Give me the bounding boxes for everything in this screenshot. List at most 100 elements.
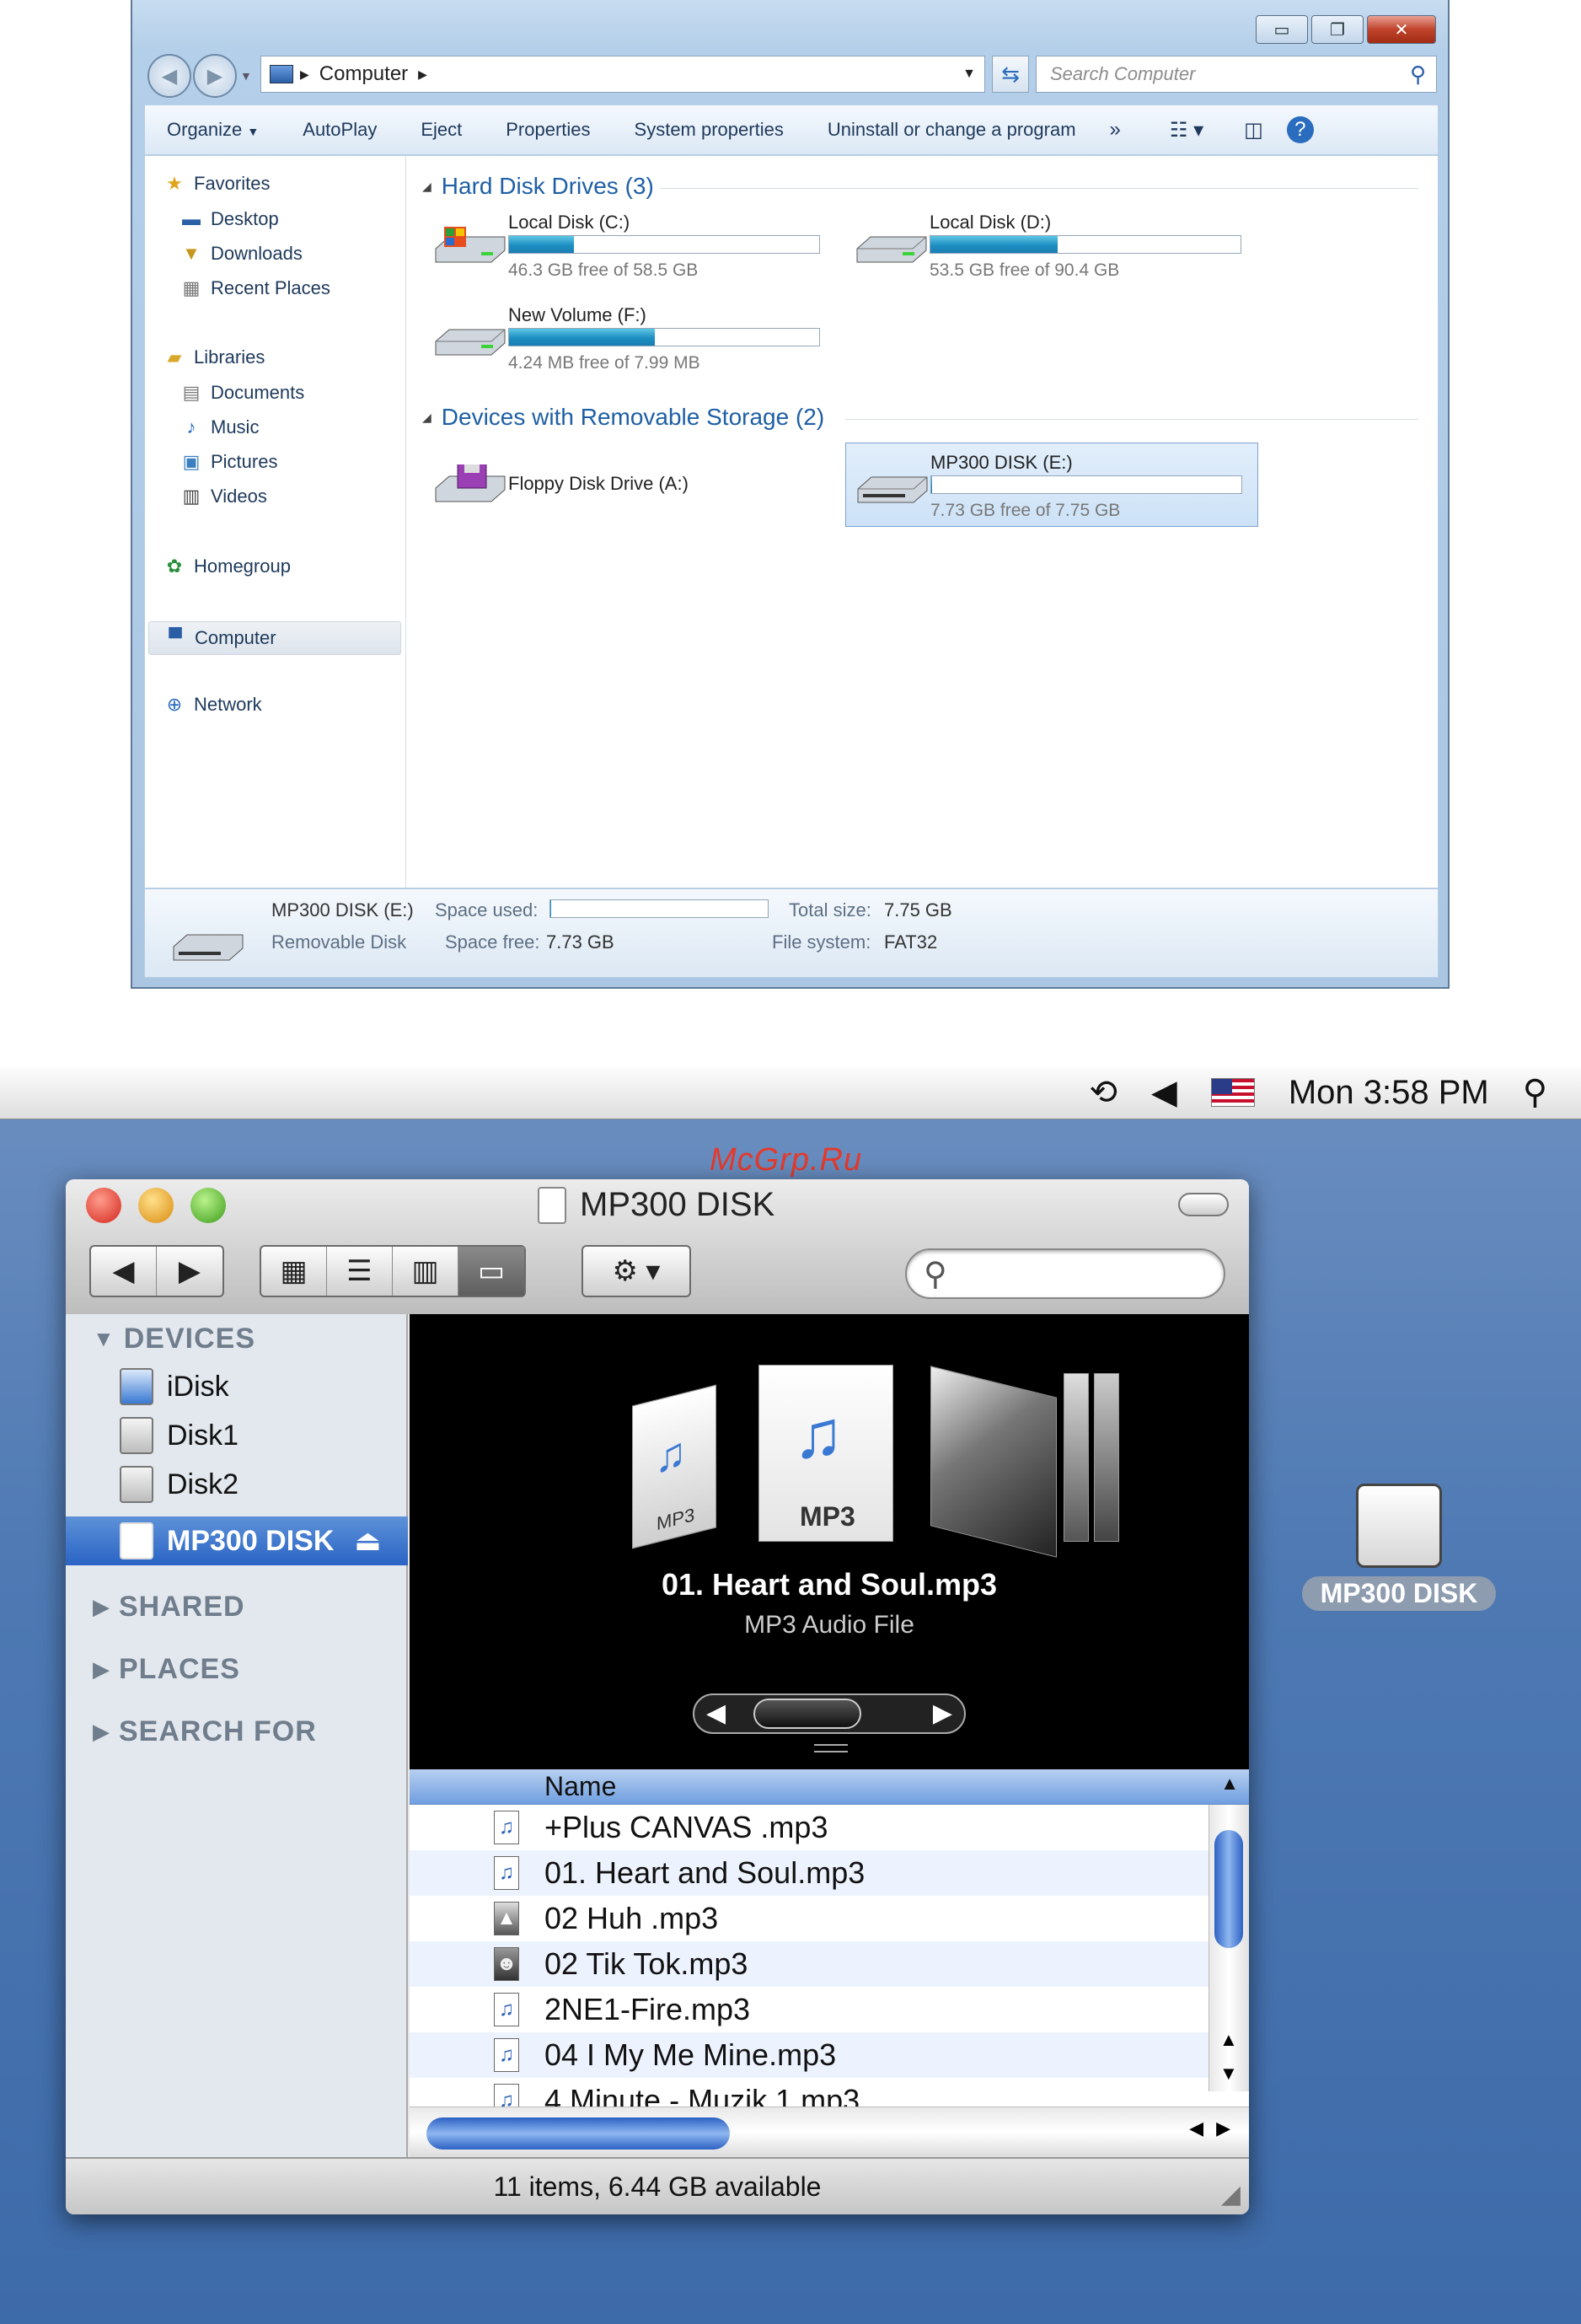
- drive-d[interactable]: Local Disk (D:) 53.5 GB free of 90.4 GB: [845, 203, 1241, 284]
- properties-button[interactable]: Properties: [484, 119, 612, 141]
- sidebar-section-devices[interactable]: ▼ DEVICES: [93, 1323, 255, 1355]
- sidebar-item-mp300-disk[interactable]: MP300 DISK ⏏: [66, 1516, 408, 1565]
- nav-videos[interactable]: ▥ Videos: [179, 486, 267, 507]
- column-view-button[interactable]: ▥: [393, 1247, 458, 1296]
- nav-desktop[interactable]: ▬ Desktop: [179, 208, 279, 230]
- nav-homegroup[interactable]: ✿ Homegroup: [162, 556, 291, 577]
- sidebar-section-places[interactable]: ▶ PLACES: [93, 1653, 240, 1686]
- more-commands-icon[interactable]: »: [1098, 118, 1133, 142]
- list-view-button[interactable]: ☰: [327, 1247, 393, 1296]
- breadcrumb-computer[interactable]: Computer: [319, 62, 408, 86]
- close-button[interactable]: ✕: [1367, 15, 1436, 44]
- nav-libraries[interactable]: ▰ Libraries: [162, 346, 265, 368]
- sidebar-item-disk2[interactable]: Disk2: [120, 1466, 238, 1503]
- list-item[interactable]: ▲ 02 Huh .mp3: [410, 1896, 1209, 1941]
- minimize-window-button[interactable]: [138, 1188, 174, 1223]
- sidebar-section-search-for[interactable]: ▶ SEARCH FOR: [93, 1715, 317, 1748]
- drive-c[interactable]: Local Disk (C:) 46.3 GB free of 58.5 GB: [424, 203, 820, 284]
- sidebar-section-shared[interactable]: ▶ SHARED: [93, 1591, 245, 1624]
- zoom-window-button[interactable]: [190, 1188, 226, 1223]
- cover-art-mp3-current[interactable]: ♫ MP3: [758, 1365, 893, 1542]
- vertical-scrollbar[interactable]: ▲ ▼: [1209, 1805, 1249, 2091]
- nav-documents[interactable]: ▤ Documents: [179, 382, 305, 404]
- nav-recent-places[interactable]: ▦ Recent Places: [179, 277, 330, 299]
- spotlight-search-icon[interactable]: ⚲: [1523, 1073, 1547, 1112]
- help-icon[interactable]: ?: [1286, 116, 1314, 143]
- cover-art-stack[interactable]: [1064, 1373, 1089, 1542]
- eject-button[interactable]: Eject: [399, 119, 484, 141]
- cover-art-stack[interactable]: [1094, 1373, 1119, 1542]
- toolbar-toggle-button[interactable]: [1178, 1193, 1229, 1216]
- drive-a-floppy[interactable]: Floppy Disk Drive (A:): [424, 443, 820, 523]
- horizontal-scrollbar[interactable]: ◀ ▶: [410, 2107, 1249, 2157]
- time-machine-icon[interactable]: ⟲: [1090, 1073, 1118, 1112]
- forward-button[interactable]: ▶: [157, 1247, 222, 1296]
- scroll-left-arrow-icon[interactable]: ◀: [706, 1699, 726, 1728]
- refresh-button[interactable]: ⇆: [992, 56, 1029, 93]
- nav-network[interactable]: ⊕ Network: [162, 694, 262, 716]
- desktop-disk-icon[interactable]: MP300 DISK: [1298, 1484, 1500, 1611]
- drive-e-mp300[interactable]: MP300 DISK (E:) 7.73 GB free of 7.75 GB: [845, 443, 1258, 527]
- column-header-name[interactable]: Name ▲: [410, 1769, 1249, 1805]
- list-item[interactable]: ♫ 01. Heart and Soul.mp3: [410, 1850, 1209, 1896]
- menu-clock[interactable]: Mon 3:58 PM: [1289, 1074, 1489, 1112]
- nav-favorites[interactable]: ★ Favorites: [162, 173, 270, 195]
- search-icon[interactable]: ⚲: [1410, 62, 1426, 88]
- group-header-removable[interactable]: ◢ Devices with Removable Storage (2): [422, 404, 824, 431]
- back-button[interactable]: ◀: [91, 1247, 157, 1296]
- nav-pictures[interactable]: ▣ Pictures: [179, 451, 278, 473]
- volume-icon[interactable]: ◀: [1151, 1073, 1177, 1112]
- nav-downloads[interactable]: ▼ Downloads: [179, 243, 303, 265]
- nav-music[interactable]: ♪ Music: [179, 416, 260, 438]
- uninstall-program-button[interactable]: Uninstall or change a program: [806, 119, 1098, 141]
- cover-art-mp3-left[interactable]: MP3 ♫: [632, 1384, 716, 1549]
- icon-view-button[interactable]: ▦: [261, 1247, 327, 1296]
- breadcrumb-separator[interactable]: ▶: [418, 67, 427, 82]
- eject-icon[interactable]: ⏏: [354, 1524, 381, 1558]
- horizontal-scroll-thumb[interactable]: [426, 2117, 730, 2150]
- address-dropdown-icon[interactable]: ▼: [962, 67, 976, 82]
- autoplay-button[interactable]: AutoPlay: [281, 119, 399, 141]
- list-item[interactable]: ♫ 2NE1-Fire.mp3: [410, 1987, 1209, 2032]
- coverflow-view-button[interactable]: ▭: [458, 1247, 524, 1296]
- scroll-up-arrow-icon[interactable]: ▲: [1219, 2029, 1238, 2051]
- split-resize-handle[interactable]: [814, 1744, 848, 1752]
- hard-drive-icon: [432, 318, 508, 360]
- hard-disk-icon: [120, 1466, 153, 1503]
- sidebar-item-disk1[interactable]: Disk1: [120, 1417, 238, 1454]
- close-window-button[interactable]: [86, 1188, 121, 1223]
- forward-button[interactable]: ▶: [193, 54, 237, 98]
- list-item[interactable]: ♫ 4 Minute - Muzik 1.mp3: [410, 2078, 1209, 2107]
- preview-pane-icon[interactable]: ◫: [1232, 118, 1275, 142]
- list-item[interactable]: ♫ +Plus CANVAS .mp3: [410, 1805, 1209, 1850]
- search-input[interactable]: ⚲: [905, 1248, 1225, 1299]
- breadcrumb-separator[interactable]: ▶: [300, 67, 309, 82]
- resize-grip-icon[interactable]: ◢: [1221, 2180, 1241, 2209]
- group-header-hard-disks[interactable]: ◢ Hard Disk Drives (3): [422, 173, 654, 200]
- cover-art-album[interactable]: [930, 1366, 1057, 1558]
- coverflow-scroll-thumb[interactable]: [753, 1699, 861, 1729]
- input-source-flag-icon[interactable]: [1210, 1078, 1255, 1107]
- maximize-button[interactable]: ❐: [1311, 15, 1364, 44]
- drive-f[interactable]: New Volume (F:) 4.24 MB free of 7.99 MB: [424, 296, 820, 377]
- action-menu-button[interactable]: ⚙ ▾: [581, 1245, 691, 1297]
- address-bar[interactable]: ▶ Computer ▶ ▼: [260, 56, 985, 93]
- recent-pages-dropdown[interactable]: ▼: [240, 69, 252, 83]
- back-button[interactable]: ◀: [147, 54, 191, 98]
- scroll-left-arrow-icon[interactable]: ◀: [1189, 2117, 1203, 2139]
- search-input[interactable]: Search Computer ⚲: [1036, 56, 1437, 93]
- coverflow-scrollbar[interactable]: ◀ ▶: [693, 1693, 966, 1734]
- scroll-right-arrow-icon[interactable]: ▶: [933, 1699, 952, 1728]
- sidebar-item-idisk[interactable]: iDisk: [120, 1368, 229, 1405]
- organize-button[interactable]: Organize ▼: [145, 119, 281, 141]
- list-item[interactable]: ♫ 04 I My Me Mine.mp3: [410, 2032, 1209, 2078]
- scroll-right-arrow-icon[interactable]: ▶: [1216, 2117, 1230, 2139]
- system-properties-button[interactable]: System properties: [613, 119, 806, 141]
- vertical-scroll-thumb[interactable]: [1214, 1830, 1243, 1948]
- view-options-icon[interactable]: ☷ ▾: [1158, 118, 1215, 142]
- group-divider: [660, 188, 1418, 189]
- scroll-down-arrow-icon[interactable]: ▼: [1219, 2063, 1238, 2085]
- nav-computer[interactable]: ▀ Computer: [148, 621, 401, 655]
- list-item[interactable]: ☻ 02 Tik Tok.mp3: [410, 1941, 1209, 1987]
- minimize-button[interactable]: ▭: [1256, 15, 1308, 44]
